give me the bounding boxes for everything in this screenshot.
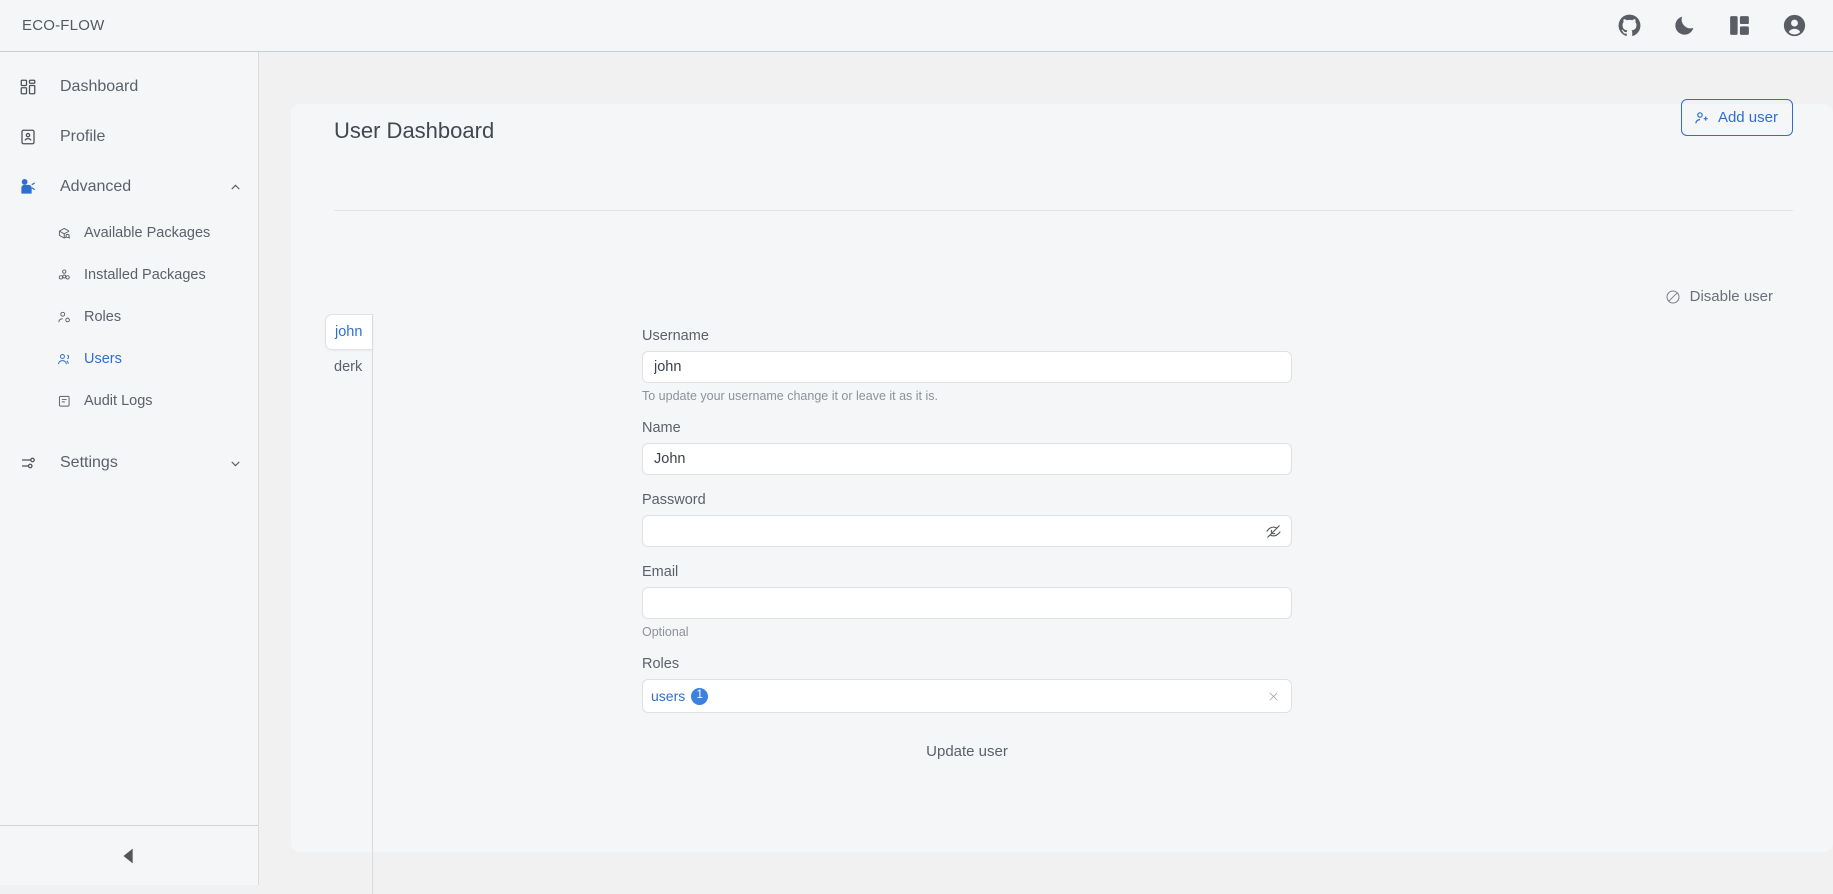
password-input-wrapper <box>642 515 1292 547</box>
user-tab-derk[interactable]: derk <box>325 350 371 384</box>
gear-robot-icon <box>18 177 38 197</box>
name-input[interactable] <box>642 443 1292 475</box>
disable-user-label: Disable user <box>1690 288 1773 305</box>
sidebar-subitem-label: Installed Packages <box>84 267 206 283</box>
users-icon <box>56 351 72 367</box>
role-chip-users[interactable]: users 1 <box>651 688 708 705</box>
card-header: User Dashboard Add user <box>291 104 1833 158</box>
email-help-text: Optional <box>642 625 1292 639</box>
layout-icon[interactable] <box>1727 13 1752 38</box>
sidebar-footer <box>0 825 258 885</box>
github-icon[interactable] <box>1617 13 1642 38</box>
sidebar-nav: Dashboard Profile Advanced Available Pac… <box>0 52 258 825</box>
top-header-bar: ECO-FLOW <box>0 0 1833 52</box>
update-user-button[interactable]: Update user <box>916 738 1018 765</box>
sidebar-item-available-packages[interactable]: Available Packages <box>0 212 258 254</box>
field-password: Password <box>642 492 1292 547</box>
chevron-down-icon[interactable] <box>228 456 242 470</box>
username-help-text: To update your username change it or lea… <box>642 389 1292 403</box>
app-brand-title: ECO-FLOW <box>22 17 104 34</box>
user-edit-form: Username To update your username change … <box>642 328 1292 765</box>
sidebar-subitem-label: Users <box>84 351 122 367</box>
sidebar-item-dashboard[interactable]: Dashboard <box>0 62 258 112</box>
field-roles: Roles users 1 <box>642 656 1292 713</box>
sidebar: Dashboard Profile Advanced Available Pac… <box>0 52 259 885</box>
roles-multiselect[interactable]: users 1 <box>642 679 1292 713</box>
sidebar-item-audit-logs[interactable]: Audit Logs <box>0 380 258 422</box>
user-dashboard-card: User Dashboard Add user john derk Di <box>291 104 1833 852</box>
field-username: Username To update your username change … <box>642 328 1292 403</box>
sidebar-item-settings[interactable]: Settings <box>0 438 258 488</box>
page-title: User Dashboard <box>334 118 494 144</box>
role-chip-count-badge: 1 <box>691 688 708 705</box>
sidebar-item-profile[interactable]: Profile <box>0 112 258 162</box>
sidebar-item-label: Advanced <box>60 178 131 196</box>
sidebar-item-advanced[interactable]: Advanced <box>0 162 258 212</box>
user-circle-icon[interactable] <box>1782 13 1807 38</box>
collapse-left-triangle-icon[interactable] <box>116 843 142 869</box>
card-body: john derk Disable user Username To updat… <box>291 211 1833 852</box>
ban-circle-icon <box>1665 289 1681 305</box>
sidebar-item-roles[interactable]: Roles <box>0 296 258 338</box>
password-label: Password <box>642 492 1292 508</box>
username-input[interactable] <box>642 351 1292 383</box>
role-chip-label: users <box>651 688 685 704</box>
sidebar-subnav-advanced: Available Packages Installed Packages Ro… <box>0 212 258 422</box>
sidebar-item-label: Settings <box>60 454 118 472</box>
user-cog-icon <box>56 309 72 325</box>
disable-user-button[interactable]: Disable user <box>1665 288 1773 305</box>
username-label: Username <box>642 328 1292 344</box>
chevron-up-icon[interactable] <box>228 180 242 194</box>
sidebar-subitem-label: Audit Logs <box>84 393 153 409</box>
add-user-button[interactable]: Add user <box>1681 99 1793 136</box>
field-name: Name <box>642 420 1292 475</box>
sidebar-item-users[interactable]: Users <box>0 338 258 380</box>
sidebar-item-installed-packages[interactable]: Installed Packages <box>0 254 258 296</box>
user-plus-icon <box>1694 110 1710 126</box>
main-content: User Dashboard Add user john derk Di <box>260 52 1833 885</box>
email-label: Email <box>642 564 1292 580</box>
packages-icon <box>56 267 72 283</box>
user-tab-divider <box>372 314 373 894</box>
moon-icon[interactable] <box>1672 13 1697 38</box>
name-label: Name <box>642 420 1292 436</box>
form-submit-row: Update user <box>642 738 1292 765</box>
sidebar-subitem-label: Roles <box>84 309 121 325</box>
email-input[interactable] <box>642 587 1292 619</box>
user-tab-list: john derk <box>325 314 370 384</box>
eye-off-icon[interactable] <box>1264 522 1282 540</box>
package-search-icon <box>56 225 72 241</box>
grid-icon <box>18 77 38 97</box>
sidebar-subitem-label: Available Packages <box>84 225 210 241</box>
user-tab-john[interactable]: john <box>325 314 373 350</box>
field-email: Email Optional <box>642 564 1292 639</box>
password-input[interactable] <box>642 515 1292 547</box>
sidebar-item-label: Dashboard <box>60 78 138 96</box>
close-icon[interactable] <box>1266 689 1281 704</box>
roles-label: Roles <box>642 656 1292 672</box>
add-user-button-label: Add user <box>1718 109 1778 126</box>
log-icon <box>56 393 72 409</box>
sliders-icon <box>18 453 38 473</box>
top-header-actions <box>1617 13 1807 38</box>
id-card-icon <box>18 127 38 147</box>
sidebar-item-label: Profile <box>60 128 105 146</box>
